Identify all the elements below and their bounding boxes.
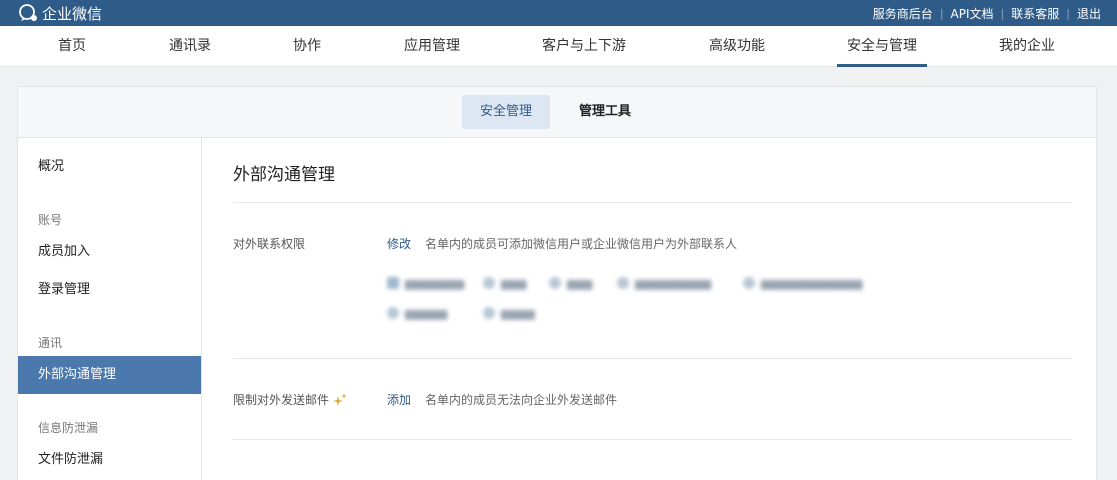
- member-chip: ▆▆▆▆▆: [387, 302, 447, 324]
- provider-console-link[interactable]: 服务商后台: [873, 5, 933, 22]
- sparkle-icon: [333, 392, 348, 407]
- modify-link[interactable]: 修改: [387, 235, 411, 252]
- member-chip: ▆▆▆: [549, 272, 592, 294]
- member-chip: ▆▆▆▆▆▆▆▆▆: [617, 272, 711, 294]
- nav-app-management[interactable]: 应用管理: [404, 26, 460, 67]
- nav-my-company[interactable]: 我的企业: [999, 26, 1055, 67]
- main-nav: 首页 通讯录 协作 应用管理 客户与上下游 高级功能 安全与管理 我的企业: [0, 26, 1117, 67]
- member-chip: ▆▆▆: [483, 272, 526, 294]
- sidebar: 概况 账号 成员加入 登录管理 通讯 外部沟通管理 信息防泄漏 文件防泄漏: [18, 138, 202, 480]
- sidebar-item-member-join[interactable]: 成员加入: [18, 233, 201, 271]
- divider: [233, 358, 1072, 359]
- top-bar: 企业微信 服务商后台 | API文档 | 联系客服 | 退出: [0, 0, 1117, 26]
- sidebar-item-external-communication[interactable]: 外部沟通管理: [18, 356, 201, 394]
- nav-security-management[interactable]: 安全与管理: [837, 26, 927, 67]
- wecom-logo-icon: [17, 3, 39, 23]
- sidebar-item-login-management[interactable]: 登录管理: [18, 271, 201, 309]
- external-contact-permission-description: 名单内的成员可添加微信用户或企业微信用户为外部联系人: [425, 237, 738, 251]
- logout-link[interactable]: 退出: [1077, 5, 1101, 22]
- add-link[interactable]: 添加: [387, 391, 411, 408]
- sidebar-group-communication: 通讯: [38, 336, 63, 350]
- member-chip: ▆▆▆▆▆▆▆: [387, 272, 464, 294]
- divider: [233, 202, 1072, 203]
- nav-advanced[interactable]: 高级功能: [709, 26, 765, 67]
- tab-management-tools[interactable]: 管理工具: [561, 95, 649, 129]
- nav-home[interactable]: 首页: [58, 26, 86, 67]
- restrict-external-email-text: 限制对外发送邮件: [233, 393, 330, 407]
- sidebar-item-overview[interactable]: 概况: [18, 148, 201, 186]
- top-links: 服务商后台 | API文档 | 联系客服 | 退出: [872, 5, 1101, 22]
- member-chip: ▆▆▆▆▆▆▆▆▆▆▆▆: [743, 272, 863, 294]
- sidebar-item-file-leak-prevention[interactable]: 文件防泄漏: [18, 441, 201, 479]
- restrict-external-email-description: 名单内的成员无法向企业外发送邮件: [425, 393, 618, 407]
- sidebar-group-account: 账号: [38, 213, 63, 227]
- member-chip: ▆▆▆▆: [483, 302, 535, 324]
- restrict-external-email-label: 限制对外发送邮件: [233, 391, 348, 408]
- tab-security-management[interactable]: 安全管理: [462, 95, 551, 129]
- sub-tabs: 安全管理 管理工具: [18, 87, 1096, 138]
- nav-collaboration[interactable]: 协作: [293, 26, 321, 67]
- external-contact-permission-label: 对外联系权限: [233, 237, 306, 251]
- api-docs-link[interactable]: API文档: [951, 5, 994, 22]
- nav-customers-upstream[interactable]: 客户与上下游: [542, 26, 626, 67]
- content-panel: 安全管理 管理工具 概况 账号 成员加入 登录管理 通讯 外部沟通管理 信息防泄…: [17, 86, 1097, 480]
- page-title: 外部沟通管理: [233, 165, 335, 185]
- divider: [233, 439, 1072, 440]
- nav-contacts[interactable]: 通讯录: [169, 26, 211, 67]
- brand-logo[interactable]: 企业微信: [17, 0, 102, 26]
- brand-name: 企业微信: [42, 4, 103, 23]
- contact-support-link[interactable]: 联系客服: [1011, 5, 1059, 22]
- sidebar-group-leak-prevention: 信息防泄漏: [38, 421, 99, 435]
